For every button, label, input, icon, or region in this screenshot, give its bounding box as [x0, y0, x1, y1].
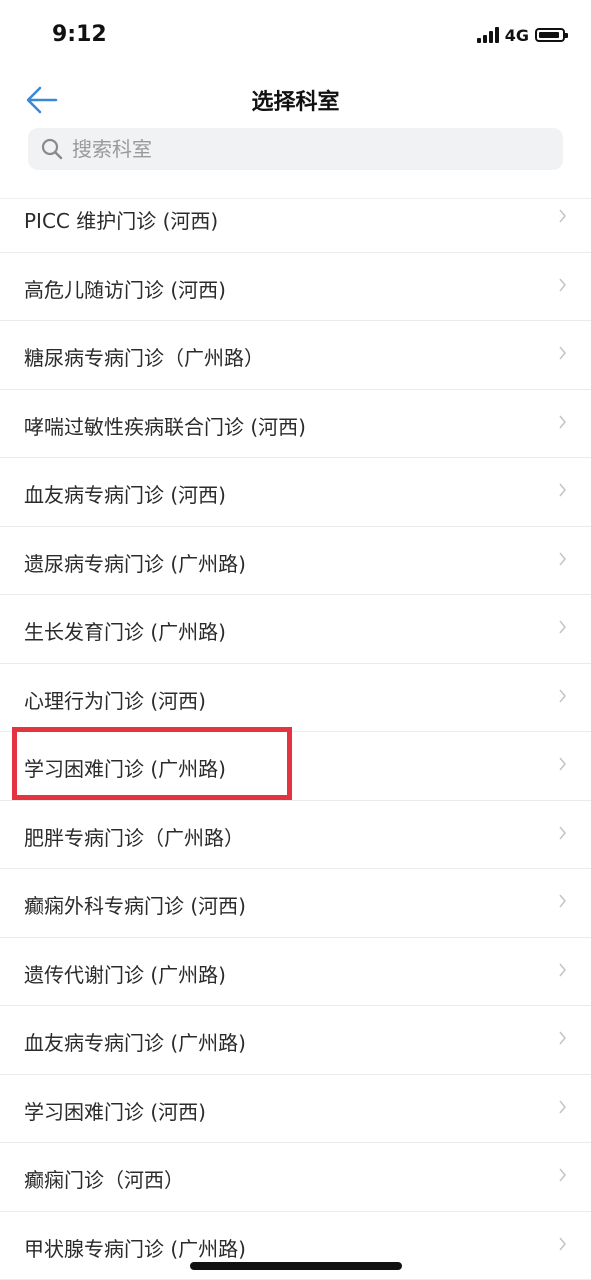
chevron-right-icon: [559, 1237, 566, 1250]
department-label: 高危儿随访门诊 (河西): [24, 277, 226, 302]
department-label: 血友病专病门诊 (广州路): [24, 1031, 246, 1055]
nav-bar: 选择科室: [0, 72, 591, 128]
department-label: 遗尿病专病门诊 (广州路): [24, 551, 246, 576]
department-item[interactable]: 遗传代谢门诊 (广州路): [0, 938, 591, 1006]
department-label: 生长发育门诊 (广州路): [24, 620, 226, 644]
chevron-right-icon: [559, 209, 566, 223]
chevron-right-icon: [559, 689, 566, 702]
search-box[interactable]: [28, 128, 563, 170]
department-label: 甲状腺专病门诊 (广州路): [24, 1236, 246, 1261]
department-label: 肥胖专病门诊（广州路）: [24, 825, 244, 850]
chevron-right-icon: [559, 1168, 566, 1182]
chevron-right-icon: [559, 483, 566, 497]
department-label: 学习困难门诊 (河西): [24, 1099, 206, 1124]
battery-icon: [535, 28, 568, 42]
department-item[interactable]: 生长发育门诊 (广州路): [0, 595, 591, 664]
department-item[interactable]: 血友病专病门诊 (广州路): [0, 1006, 591, 1075]
home-indicator[interactable]: [190, 1262, 402, 1270]
status-bar: 9:12 4G: [0, 0, 591, 72]
department-item[interactable]: 糖尿病专病门诊（广州路）: [0, 321, 591, 390]
page-title: 选择科室: [251, 90, 340, 115]
highlight-annotation: [12, 727, 292, 800]
department-item[interactable]: 肥胖专病门诊（广州路）: [0, 801, 591, 869]
department-item[interactable]: 哮喘过敏性疾病联合门诊 (河西): [0, 390, 591, 458]
chevron-right-icon: [559, 620, 566, 634]
search-input[interactable]: [70, 136, 563, 162]
status-time: 9:12: [52, 22, 107, 47]
department-item[interactable]: PICC 维护门诊 (河西): [0, 184, 591, 253]
network-type: 4G: [504, 25, 529, 45]
search-icon: [41, 138, 63, 160]
department-item[interactable]: 癫痫外科专病门诊 (河西): [0, 869, 591, 938]
department-label: 心理行为门诊 (河西): [24, 688, 206, 713]
chevron-right-icon: [559, 826, 566, 839]
chevron-right-icon: [559, 552, 566, 565]
department-item[interactable]: 心理行为门诊 (河西): [0, 664, 591, 732]
signal-icon: [476, 27, 499, 43]
department-label: 血友病专病门诊 (河西): [24, 483, 226, 507]
chevron-right-icon: [559, 1100, 566, 1113]
chevron-right-icon: [559, 757, 566, 771]
chevron-right-icon: [559, 894, 566, 908]
department-label: 癫痫门诊（河西）: [24, 1168, 184, 1192]
chevron-right-icon: [559, 278, 566, 291]
department-label: 哮喘过敏性疾病联合门诊 (河西): [24, 414, 306, 439]
department-item[interactable]: 癫痫门诊（河西）: [0, 1143, 591, 1212]
chevron-right-icon: [559, 963, 566, 976]
department-item[interactable]: 高危儿随访门诊 (河西): [0, 253, 591, 321]
department-item[interactable]: 学习困难门诊 (河西): [0, 1075, 591, 1143]
department-item[interactable]: 遗尿病专病门诊 (广州路): [0, 527, 591, 595]
chevron-right-icon: [559, 346, 566, 360]
department-label: 癫痫外科专病门诊 (河西): [24, 894, 246, 918]
status-indicators: 4G: [476, 24, 568, 46]
chevron-right-icon: [559, 415, 566, 428]
department-item[interactable]: 血友病专病门诊 (河西): [0, 458, 591, 527]
department-label: PICC 维护门诊 (河西): [24, 209, 219, 233]
chevron-right-icon: [559, 1031, 566, 1045]
department-label: 遗传代谢门诊 (广州路): [24, 962, 226, 987]
department-label: 糖尿病专病门诊（广州路）: [24, 346, 264, 370]
